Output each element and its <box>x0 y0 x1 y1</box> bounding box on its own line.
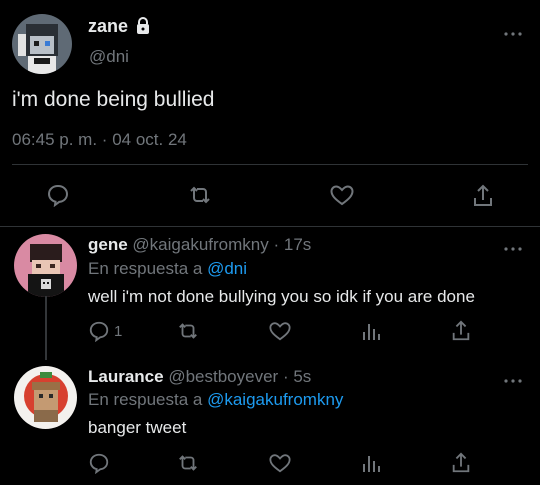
retweet-icon <box>190 186 210 204</box>
retweet-icon <box>179 455 197 471</box>
reply-button[interactable] <box>46 183 70 207</box>
like-icon <box>269 322 291 341</box>
retweet-button[interactable] <box>176 320 200 342</box>
like-button[interactable] <box>329 183 355 207</box>
share-button[interactable] <box>471 183 495 209</box>
divider <box>12 164 528 165</box>
like-icon <box>330 185 354 206</box>
more-icon[interactable] <box>504 241 522 252</box>
reply-text: banger tweet <box>88 418 187 437</box>
divider <box>0 226 540 227</box>
views-icon <box>363 324 380 340</box>
author-name[interactable]: Laurance <box>88 367 164 386</box>
views-button[interactable] <box>360 320 382 342</box>
thread-line <box>45 296 47 360</box>
lock-icon <box>135 17 151 39</box>
avatar[interactable] <box>12 14 72 74</box>
reply-header[interactable]: gene @kaigakufromkny · 17s <box>88 235 311 255</box>
reply-count: 1 <box>114 322 123 340</box>
avatar[interactable] <box>14 366 77 429</box>
mention-link[interactable]: @kaigakufromkny <box>207 390 343 409</box>
author-name[interactable]: zane <box>88 16 151 39</box>
retweet-icon <box>179 323 197 339</box>
like-button[interactable] <box>268 320 292 342</box>
retweet-button[interactable] <box>187 183 213 207</box>
views-button[interactable] <box>360 452 382 474</box>
views-icon <box>363 456 380 472</box>
reply-button[interactable]: 1 <box>88 320 122 342</box>
author-handle[interactable]: @bestboyever <box>168 367 278 386</box>
reply-context: En respuesta a @kaigakufromkny <box>88 390 344 409</box>
reply-time[interactable]: 17s <box>284 235 311 254</box>
reply-icon <box>47 184 69 207</box>
mention-link[interactable]: @dni <box>207 259 247 278</box>
reply-icon <box>89 453 109 474</box>
reply-header[interactable]: Laurance @bestboyever · 5s <box>88 367 311 387</box>
share-button[interactable] <box>450 319 472 343</box>
like-icon <box>269 454 291 473</box>
reply-button[interactable] <box>88 452 114 474</box>
author-handle[interactable]: @dni <box>89 47 129 67</box>
retweet-button[interactable] <box>176 452 200 474</box>
tweet-text: i'm done being bullied <box>12 88 215 111</box>
reply-text: well i'm not done bullying you so idk if… <box>88 287 475 306</box>
share-icon <box>452 320 470 341</box>
tweet-timestamp[interactable]: 06:45 p. m. · 04 oct. 24 <box>12 130 187 150</box>
share-icon <box>452 452 470 473</box>
reply-context: En respuesta a @dni <box>88 259 248 278</box>
more-icon[interactable] <box>504 26 522 37</box>
author-name[interactable]: gene <box>88 235 128 254</box>
reply-icon <box>89 321 109 342</box>
share-icon <box>474 184 492 206</box>
like-button[interactable] <box>268 452 292 474</box>
share-button[interactable] <box>450 451 472 475</box>
author-handle[interactable]: @kaigakufromkny <box>132 235 268 254</box>
reply-time[interactable]: 5s <box>293 367 311 386</box>
avatar[interactable] <box>14 234 77 297</box>
more-icon[interactable] <box>504 373 522 384</box>
